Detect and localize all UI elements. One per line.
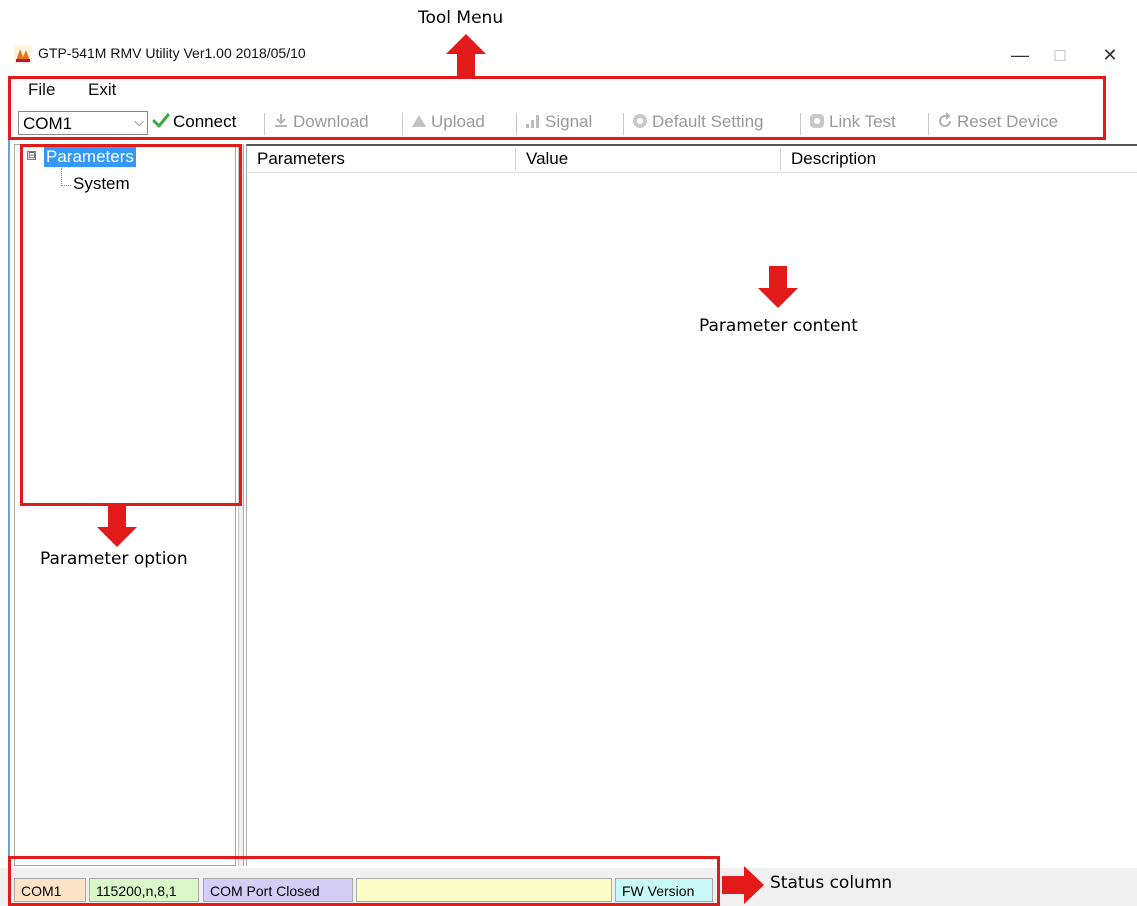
- arrow-down-icon: [97, 505, 137, 547]
- window-title: GTP-541M RMV Utility Ver1.00 2018/05/10: [38, 45, 306, 61]
- column-header-parameters[interactable]: Parameters: [247, 146, 515, 172]
- app-logo-icon: [14, 46, 32, 64]
- annotation-tool-menu-label: Tool Menu: [418, 8, 504, 28]
- annotation-parameter-option-box: [20, 144, 242, 506]
- column-header-description[interactable]: Description: [781, 146, 1137, 172]
- maximize-button[interactable]: □: [1040, 40, 1080, 70]
- arrow-down-icon: [758, 266, 798, 308]
- window-left-edge: [8, 140, 10, 870]
- minimize-button[interactable]: —: [1000, 40, 1040, 70]
- close-button[interactable]: ✕: [1090, 40, 1130, 70]
- arrow-right-icon: [722, 866, 764, 904]
- header-divider: [247, 172, 1137, 173]
- annotation-status-column-box: [8, 856, 720, 906]
- column-header-value[interactable]: Value: [516, 146, 780, 172]
- annotation-parameter-option-label: Parameter option: [40, 549, 188, 569]
- annotation-status-column-label: Status column: [770, 873, 893, 893]
- annotation-tool-menu-box: [8, 76, 1106, 140]
- parameter-list-panel[interactable]: [246, 144, 1137, 866]
- annotation-parameter-content-label: Parameter content: [699, 316, 858, 336]
- arrow-up-icon: [446, 34, 486, 76]
